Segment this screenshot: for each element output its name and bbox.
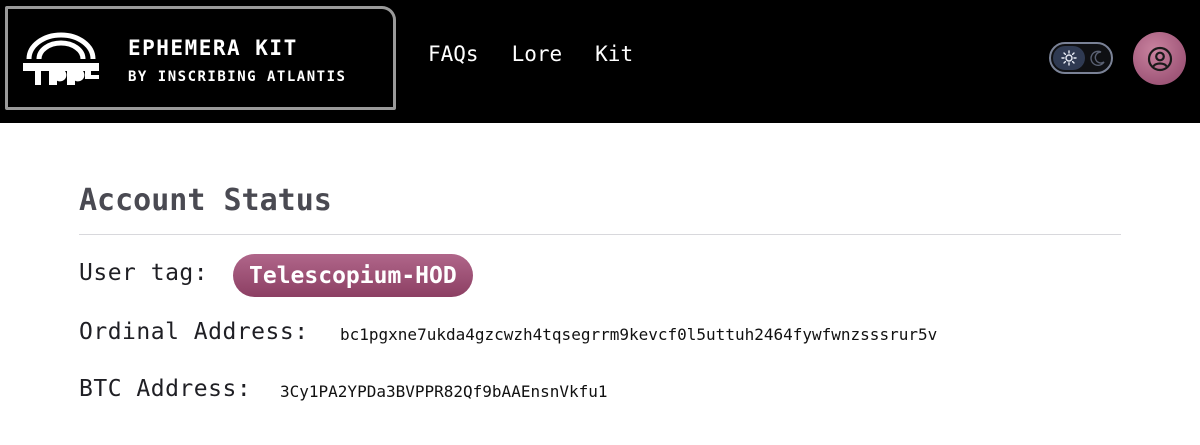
top-navbar: EPHEMERA KIT BY INSCRIBING ATLANTIS FAQs… bbox=[0, 0, 1200, 123]
user-tag-label: User tag: bbox=[79, 260, 209, 286]
ordinal-address-label: Ordinal Address: bbox=[79, 319, 309, 345]
user-profile-button[interactable] bbox=[1133, 32, 1186, 85]
theme-toggle-knob bbox=[1053, 46, 1085, 70]
btc-address-value: 3Cy1PA2YPDa3BVPPR82Qf9bAAEnsnVkfu1 bbox=[280, 382, 608, 401]
brand-title: EPHEMERA KIT bbox=[128, 36, 298, 60]
ephemera-logo-icon bbox=[23, 32, 99, 85]
page-title: Account Status bbox=[79, 183, 332, 218]
ordinal-address-value: bc1pgxne7ukda4gzcwzh4tqsegrrm9kevcf0l5ut… bbox=[340, 325, 938, 344]
moon-icon bbox=[1090, 50, 1105, 67]
user-tag-badge: Telescopium-HOD bbox=[233, 254, 473, 297]
nav-link-faqs[interactable]: FAQs bbox=[428, 42, 479, 66]
nav-link-kit[interactable]: Kit bbox=[595, 42, 633, 66]
nav-link-lore[interactable]: Lore bbox=[512, 42, 563, 66]
brand-subtitle: BY INSCRIBING ATLANTIS bbox=[128, 69, 347, 85]
btc-address-label: BTC Address: bbox=[79, 376, 252, 402]
sun-icon bbox=[1061, 50, 1077, 66]
theme-toggle[interactable] bbox=[1049, 42, 1113, 74]
title-divider bbox=[79, 234, 1121, 235]
main-nav: FAQs Lore Kit bbox=[428, 42, 633, 66]
brand-home-link[interactable]: EPHEMERA KIT BY INSCRIBING ATLANTIS bbox=[5, 6, 396, 110]
user-circle-icon bbox=[1147, 46, 1172, 71]
